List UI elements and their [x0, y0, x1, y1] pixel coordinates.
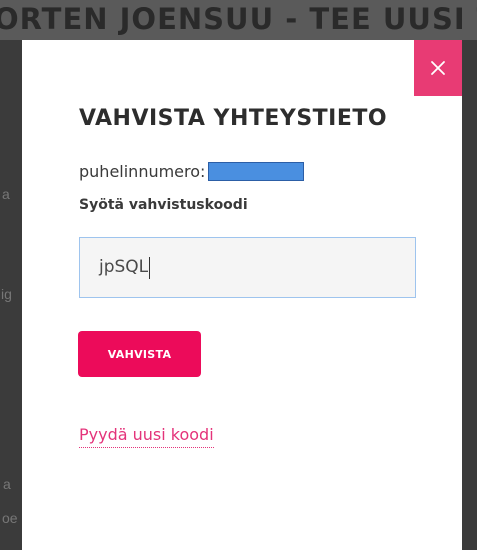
verification-code-input[interactable]: jpSQL — [79, 237, 416, 298]
background-text-fragment: a — [3, 476, 11, 492]
background-text-fragment: a — [2, 186, 10, 202]
verify-contact-modal: VAHVISTA YHTEYSTIETO puhelinnumero: Syöt… — [22, 40, 462, 550]
close-icon — [430, 60, 446, 76]
verification-code-label: Syötä vahvistuskoodi — [79, 197, 248, 213]
phone-number-redacted — [208, 162, 305, 181]
close-button[interactable] — [414, 40, 462, 96]
text-caret — [149, 256, 151, 279]
modal-title: VAHVISTA YHTEYSTIETO — [79, 106, 388, 131]
background-page-title: ORTEN JOENSUU - TEE UUSI TI — [0, 2, 477, 36]
verification-code-value: jpSQL — [99, 257, 149, 277]
background-page-header: ORTEN JOENSUU - TEE UUSI TI — [0, 0, 477, 40]
request-new-code-link[interactable]: Pyydä uusi koodi — [79, 425, 214, 448]
background-text-fragment: oe — [2, 510, 18, 526]
verify-button[interactable]: VAHVISTA — [78, 331, 201, 377]
phone-number-label: puhelinnumero: — [79, 162, 206, 181]
background-text-fragment: ig — [1, 286, 12, 302]
phone-number-row: puhelinnumero: — [79, 162, 305, 181]
